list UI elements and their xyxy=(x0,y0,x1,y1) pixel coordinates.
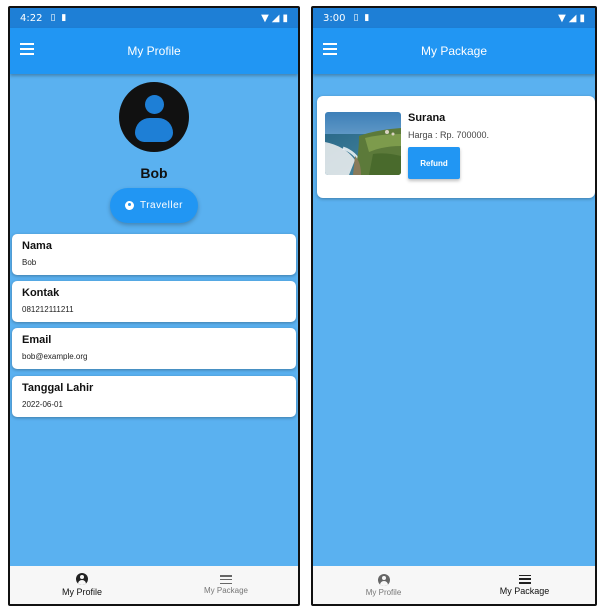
sd-card-icon: ▮ xyxy=(61,13,67,23)
package-price: Harga : Rp. 700000. xyxy=(408,130,490,140)
signal-icon: ◢ xyxy=(568,12,577,24)
sim-icon: ▯ xyxy=(353,13,359,23)
list-icon xyxy=(220,575,232,584)
signal-icon: ◢ xyxy=(271,12,280,24)
user-name: Bob xyxy=(140,165,168,181)
field-value: 081212111211 xyxy=(22,305,74,314)
list-icon xyxy=(518,574,531,584)
traveller-button-label: Traveller xyxy=(139,200,184,211)
nav-label: My Profile xyxy=(365,587,402,597)
package-title: Surana xyxy=(408,112,446,124)
nav-my-package[interactable]: My Package xyxy=(154,566,298,604)
profile-screen: 4:22 ▯ ▮ ▼ ◢ ▮ My Profile Bob Traveller … xyxy=(8,6,300,606)
field-value: 2022-06-01 xyxy=(22,400,63,409)
person-icon xyxy=(377,573,390,586)
nav-my-profile[interactable]: My Profile xyxy=(10,566,154,604)
app-bar: My Profile xyxy=(10,28,298,74)
wifi-icon: ▼ xyxy=(558,12,566,24)
status-bar: 3:00 ▯ ▮ ▼ ◢ ▮ xyxy=(313,8,595,28)
field-label: Nama xyxy=(22,240,52,252)
battery-icon: ▮ xyxy=(579,12,585,24)
page-title: My Package xyxy=(420,44,488,58)
field-label: Tanggal Lahir xyxy=(22,382,94,394)
field-card-kontak: Kontak 081212111211 xyxy=(12,281,296,322)
battery-icon: ▮ xyxy=(282,12,288,24)
sd-card-icon: ▮ xyxy=(364,13,370,23)
bottom-nav: My Profile My Package xyxy=(313,566,595,604)
status-icons: ▼ ◢ ▮ xyxy=(261,13,288,24)
traveller-button[interactable]: Traveller xyxy=(110,188,198,223)
nav-label: My Profile xyxy=(61,587,102,597)
status-bar: 4:22 ▯ ▮ ▼ ◢ ▮ xyxy=(10,8,298,28)
sim-icon: ▯ xyxy=(50,13,56,23)
field-label: Email xyxy=(22,334,52,346)
menu-icon[interactable] xyxy=(20,43,34,55)
menu-icon[interactable] xyxy=(323,43,337,55)
nav-label: My Package xyxy=(499,585,550,596)
status-time: 4:22 xyxy=(20,12,43,24)
status-icons: ▼ ◢ ▮ xyxy=(558,13,585,24)
nav-my-package[interactable]: My Package xyxy=(454,566,595,604)
package-card[interactable]: Surana Harga : Rp. 700000. Refund xyxy=(317,96,595,198)
field-card-nama: Nama Bob xyxy=(12,234,296,275)
field-label: Kontak xyxy=(22,287,60,299)
field-value: bob@example.org xyxy=(22,352,88,361)
account-circle-icon xyxy=(124,201,134,210)
status-time: 3:00 xyxy=(323,12,346,24)
page-title: My Profile xyxy=(127,44,181,58)
package-screen: 3:00 ▯ ▮ ▼ ◢ ▮ My Package Surana Harga:… xyxy=(311,6,597,606)
coastal-cliff-image xyxy=(325,112,401,175)
app-bar: My Package xyxy=(313,28,595,74)
refund-button[interactable]: Refund xyxy=(408,147,460,179)
field-card-email: Email bob@example.org xyxy=(12,328,296,369)
avatar xyxy=(119,82,189,152)
wifi-icon: ▼ xyxy=(261,12,269,24)
field-value: Bob xyxy=(22,258,37,267)
person-icon xyxy=(76,573,88,585)
nav-my-profile[interactable]: My Profile xyxy=(313,566,454,604)
field-card-tanggal-lahir: Tanggal Lahir 2022-06-01 xyxy=(12,376,296,417)
nav-label: My Package xyxy=(203,586,249,595)
bottom-nav: My Profile My Package xyxy=(10,566,298,604)
